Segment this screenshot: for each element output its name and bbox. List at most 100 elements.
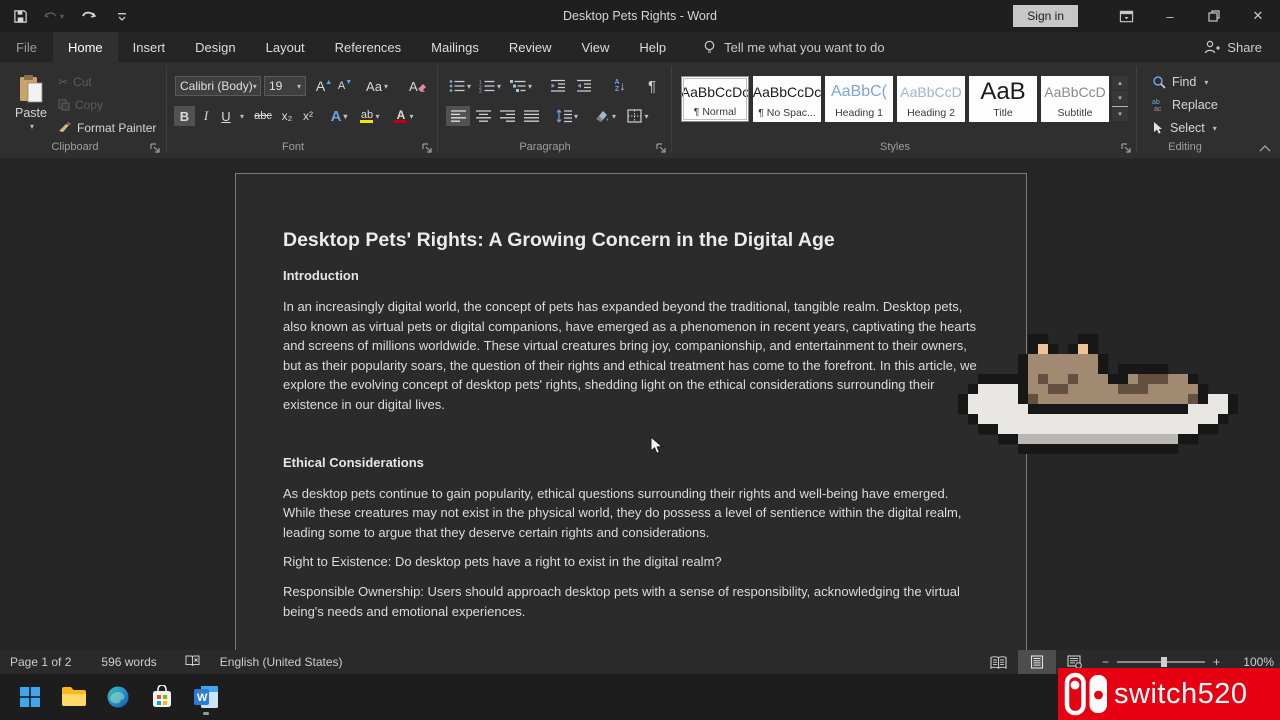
line-spacing-button[interactable]: ▾: [552, 106, 582, 126]
save-icon[interactable]: [10, 6, 30, 26]
tab-review[interactable]: Review: [494, 32, 567, 62]
find-button[interactable]: Find ▾: [1152, 74, 1208, 90]
format-painter-button[interactable]: Format Painter: [58, 120, 156, 136]
file-explorer-button[interactable]: [52, 677, 96, 717]
align-center-button[interactable]: [472, 106, 494, 126]
sort-button[interactable]: AZ ↓: [606, 76, 634, 96]
styles-gallery-scroll: ▴ ▾ ▾: [1112, 76, 1128, 122]
zoom-slider[interactable]: [1117, 661, 1205, 663]
share-label: Share: [1227, 40, 1262, 55]
document-page[interactable]: Desktop Pets' Rights: A Growing Concern …: [235, 173, 1027, 650]
justify-button[interactable]: [520, 106, 542, 126]
start-button[interactable]: [8, 677, 52, 717]
change-case-button[interactable]: Aa▾: [362, 76, 392, 96]
borders-button[interactable]: ▾: [622, 106, 654, 126]
style-title[interactable]: AaB Title: [969, 76, 1037, 122]
customize-quick-access-icon[interactable]: [112, 6, 132, 26]
pixel-cat-on-pillow: [958, 334, 1238, 454]
sign-in-button[interactable]: Sign in: [1013, 5, 1078, 27]
minimize-button[interactable]: –: [1148, 0, 1192, 32]
styles-scroll-up-icon[interactable]: ▴: [1112, 76, 1128, 90]
find-dropdown-icon[interactable]: ▾: [1204, 78, 1208, 87]
style-subtitle[interactable]: AaBbCcD Subtitle: [1041, 76, 1109, 122]
section-heading-introduction: Introduction: [283, 267, 980, 284]
ribbon-display-options-icon[interactable]: [1104, 0, 1148, 32]
grow-font-button[interactable]: A▲: [314, 76, 334, 96]
align-left-button[interactable]: [446, 106, 470, 126]
font-name-dropdown-icon[interactable]: ▾: [253, 82, 257, 91]
page-indicator[interactable]: Page 1 of 2: [0, 655, 81, 669]
paragraph-group-label: Paragraph: [500, 141, 590, 153]
show-paragraph-marks-button[interactable]: ¶: [641, 76, 663, 96]
bold-button[interactable]: B: [174, 106, 195, 126]
paragraph-dialog-launcher-icon[interactable]: [655, 141, 668, 154]
align-right-button[interactable]: [496, 106, 518, 126]
microsoft-store-button[interactable]: [140, 677, 184, 717]
text-highlight-button[interactable]: ab ▾: [356, 106, 384, 126]
font-name-combobox[interactable]: Calibri (Body) ▾: [175, 76, 261, 96]
share-button[interactable]: Share: [1204, 40, 1262, 55]
superscript-button[interactable]: x²: [298, 106, 318, 126]
word-count[interactable]: 596 words: [91, 655, 166, 669]
text-effects-button[interactable]: A▾: [328, 106, 350, 126]
shading-button[interactable]: ▾: [590, 106, 620, 126]
decrease-indent-button[interactable]: [546, 76, 570, 96]
bullets-button[interactable]: ▾: [447, 76, 473, 96]
redo-icon[interactable]: [78, 6, 98, 26]
read-mode-button[interactable]: [980, 650, 1018, 674]
tab-references[interactable]: References: [320, 32, 416, 62]
styles-scroll-down-icon[interactable]: ▾: [1112, 91, 1128, 105]
style-no-spacing[interactable]: AaBbCcDc ¶ No Spac...: [753, 76, 821, 122]
tell-me-box[interactable]: Tell me what you want to do: [703, 40, 884, 55]
paste-button[interactable]: Paste ▾: [10, 70, 52, 136]
strikethrough-button[interactable]: abc: [250, 106, 276, 126]
clear-formatting-button[interactable]: A: [406, 76, 430, 96]
print-layout-button[interactable]: [1018, 650, 1056, 674]
subscript-button[interactable]: x₂: [277, 106, 297, 126]
tab-mailings[interactable]: Mailings: [416, 32, 494, 62]
zoom-level[interactable]: 100%: [1228, 655, 1274, 669]
language-indicator[interactable]: English (United States): [210, 655, 353, 669]
select-button[interactable]: Select ▾: [1152, 120, 1217, 136]
desktop-pet[interactable]: [958, 334, 1238, 454]
edge-button[interactable]: [96, 677, 140, 717]
restore-button[interactable]: [1192, 0, 1236, 32]
replace-button[interactable]: abac Replace: [1152, 97, 1218, 113]
style-heading-2[interactable]: AaBbCcD Heading 2: [897, 76, 965, 122]
zoom-out-button[interactable]: −: [1102, 655, 1109, 669]
shrink-font-button[interactable]: A▼: [336, 76, 354, 96]
underline-dropdown-icon[interactable]: ▾: [235, 106, 247, 126]
tab-insert[interactable]: Insert: [118, 32, 181, 62]
tab-layout[interactable]: Layout: [251, 32, 320, 62]
replace-icon: abac: [1152, 98, 1166, 112]
paste-dropdown-icon[interactable]: ▾: [30, 122, 34, 131]
underline-button[interactable]: U: [217, 106, 235, 126]
font-size-dropdown-icon[interactable]: ▾: [297, 82, 301, 91]
zoom-slider-thumb[interactable]: [1161, 657, 1167, 667]
clipboard-dialog-launcher-icon[interactable]: [149, 141, 162, 154]
tab-file[interactable]: File: [0, 32, 53, 62]
increase-indent-button[interactable]: [572, 76, 596, 96]
numbering-button[interactable]: 123▾: [477, 76, 503, 96]
tab-home[interactable]: Home: [53, 32, 118, 62]
tab-design[interactable]: Design: [180, 32, 250, 62]
style-normal[interactable]: AaBbCcDc ¶ Normal: [681, 76, 749, 122]
close-button[interactable]: ✕: [1236, 0, 1280, 32]
word-taskbar-button[interactable]: W: [184, 677, 228, 717]
paste-clipboard-icon: [18, 74, 44, 104]
style-heading-1[interactable]: AaBbC( Heading 1: [825, 76, 893, 122]
font-dialog-launcher-icon[interactable]: [421, 141, 434, 154]
collapse-ribbon-icon[interactable]: [1258, 141, 1272, 159]
italic-button[interactable]: I: [197, 106, 215, 126]
zoom-in-button[interactable]: +: [1213, 655, 1220, 669]
styles-more-icon[interactable]: ▾: [1112, 106, 1128, 121]
font-color-button[interactable]: A ▾: [390, 106, 418, 126]
tab-help[interactable]: Help: [624, 32, 681, 62]
title-bar: ▾ Desktop Pets Rights - Word Sign in – ✕: [0, 0, 1280, 32]
font-size-combobox[interactable]: 19 ▾: [264, 76, 306, 96]
styles-dialog-launcher-icon[interactable]: [1120, 141, 1133, 154]
multilevel-list-button[interactable]: ▾: [507, 76, 535, 96]
select-dropdown-icon[interactable]: ▾: [1213, 124, 1217, 133]
tab-view[interactable]: View: [566, 32, 624, 62]
proofing-icon[interactable]: [175, 654, 210, 671]
